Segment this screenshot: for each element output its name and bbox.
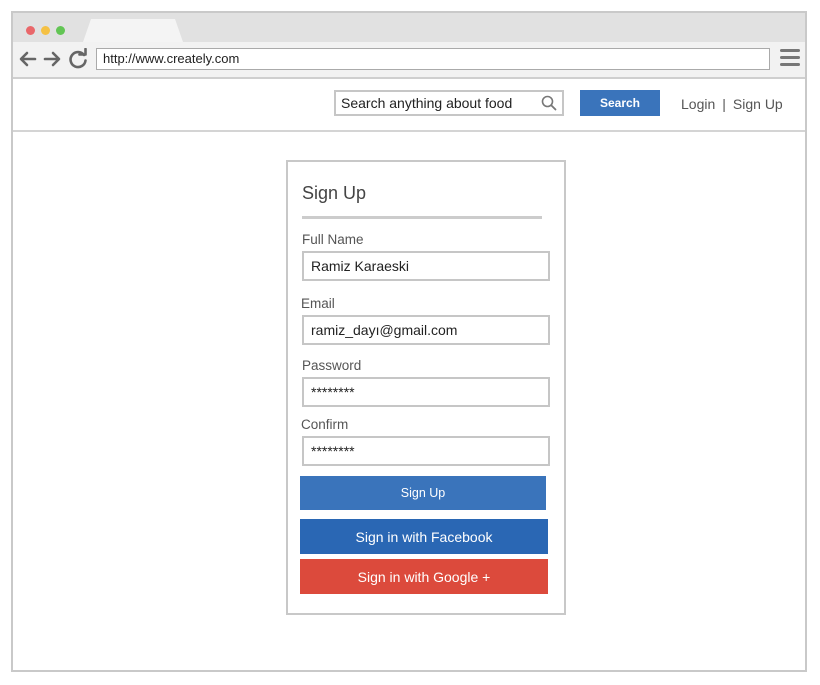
password-label: Password — [302, 358, 362, 373]
site-header: Search Login | Sign Up — [13, 79, 805, 132]
maximize-window-dot[interactable] — [56, 26, 65, 35]
close-window-dot[interactable] — [26, 26, 35, 35]
search-button[interactable]: Search — [580, 90, 660, 116]
browser-tab[interactable] — [83, 19, 183, 42]
google-signin-button[interactable]: Sign in with Google + — [300, 559, 548, 594]
browser-window: http://www.creately.com Search Login | Sig… — [11, 11, 807, 672]
password-input[interactable]: ******** — [302, 377, 550, 407]
tab-bar — [13, 13, 805, 42]
auth-links: Login | Sign Up — [681, 96, 783, 112]
signup-link[interactable]: Sign Up — [733, 96, 783, 112]
signup-button[interactable]: Sign Up — [300, 476, 546, 510]
signup-card: Sign Up Full Name Ramiz Karaeski Email r… — [286, 160, 566, 615]
confirm-password-input[interactable]: ******** — [302, 436, 550, 466]
login-link[interactable]: Login — [681, 96, 715, 112]
hamburger-menu-icon[interactable] — [780, 49, 800, 67]
full-name-label: Full Name — [302, 232, 364, 247]
search-icon[interactable] — [541, 95, 557, 111]
reload-icon[interactable] — [67, 48, 89, 70]
link-separator: | — [722, 96, 726, 112]
search-input[interactable] — [341, 92, 541, 114]
form-title: Sign Up — [302, 183, 367, 203]
title-divider — [302, 216, 542, 219]
email-input[interactable]: ramiz_dayı@gmail.com — [302, 315, 550, 345]
forward-arrow-icon[interactable] — [41, 48, 63, 70]
minimize-window-dot[interactable] — [41, 26, 50, 35]
address-bar: http://www.creately.com — [13, 42, 805, 79]
full-name-input[interactable]: Ramiz Karaeski — [302, 251, 550, 281]
confirm-label: Confirm — [301, 417, 349, 432]
email-label: Email — [301, 296, 335, 311]
facebook-signin-button[interactable]: Sign in with Facebook — [300, 519, 548, 554]
url-field[interactable]: http://www.creately.com — [96, 48, 770, 70]
back-arrow-icon[interactable] — [17, 48, 39, 70]
search-box — [334, 90, 564, 116]
